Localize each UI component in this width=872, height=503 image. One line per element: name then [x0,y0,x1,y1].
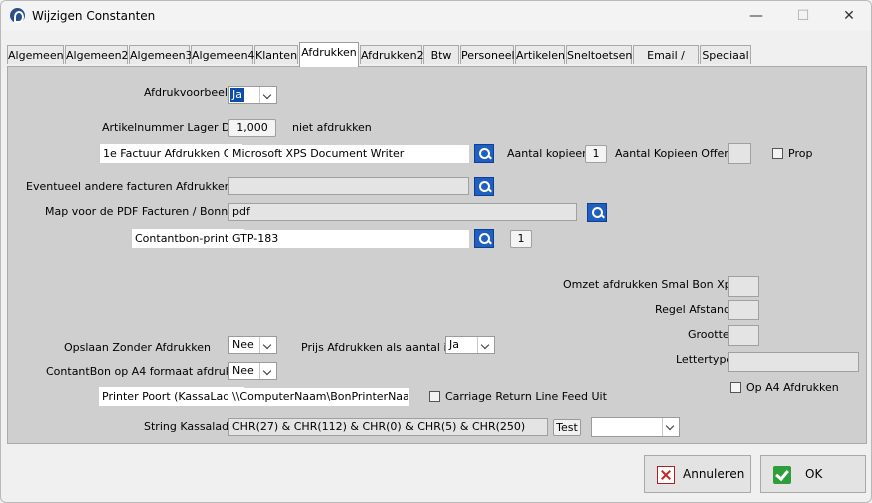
prijs-afdrukken-value: Ja [449,338,459,351]
artikelnummer-field[interactable]: 1,000 [228,119,276,137]
aantal-kopieen-offerte-field[interactable] [728,143,751,164]
contantbon-a4-select[interactable]: Nee [228,362,277,380]
tab-personeel[interactable]: Personeel [460,45,515,64]
tab-email-sms[interactable]: Email / Sms [633,45,699,81]
pdf-map-search-button[interactable] [587,203,607,222]
tab-klanten[interactable]: Klanten [254,45,298,64]
contantbon-printer-label: Contantbon-printer [132,229,244,248]
prop-label: Prop [788,147,813,160]
dialog-window: Wijzigen Constanten — ☐ ✕ Algemeen Algem… [0,0,872,503]
afdrukken-panel: Afdrukvoorbeeld Ja Artikelnummer Lager D… [7,66,867,444]
opslaan-zonder-value: Nee [232,338,254,351]
andere-facturen-field[interactable] [228,177,469,195]
aantal-kopieen-label: Aantal kopieen [507,147,590,160]
op-a4-checkbox[interactable] [730,382,741,393]
factuur-printer-label: 1e Factuur Afdrukken Op [100,144,243,163]
kassalade-select[interactable] [591,417,680,437]
niet-afdrukken-label: niet afdrukken [292,121,372,134]
minimize-button[interactable]: — [733,4,779,28]
cancel-icon [657,466,675,484]
carriage-return-checkbox[interactable] [429,391,440,402]
op-a4-label: Op A4 Afdrukken [746,381,839,394]
string-kassalade-field[interactable]: CHR(27) & CHR(112) & CHR(0) & CHR(5) & C… [228,418,548,436]
title-bar: Wijzigen Constanten — ☐ ✕ [1,1,871,31]
aantal-kopieen-field[interactable]: 1 [585,145,607,163]
test-button[interactable]: Test [553,419,581,436]
andere-facturen-label: Eventueel andere facturen Afdrukken Op [26,180,251,193]
regel-afstand-label: Regel Afstand [655,303,731,316]
artikelnummer-label: Artikelnummer Lager Dan [102,121,245,134]
tab-speciaal[interactable]: Speciaal [700,45,751,64]
factuur-printer-search-button[interactable] [474,144,494,163]
tab-algemeen[interactable]: Algemeen [7,45,64,64]
prop-checkbox[interactable] [772,148,783,159]
aantal-kopieen-offerte-label: Aantal Kopieen Offerte [615,147,740,160]
regel-afstand-field[interactable] [728,300,759,320]
chevron-down-icon [259,363,276,379]
carriage-return-label: Carriage Return Line Feed Uit [445,390,607,403]
checkmark-icon [773,466,791,484]
tab-sneltoetsen[interactable]: Sneltoetsen [566,45,632,64]
opslaan-zonder-label: Opslaan Zonder Afdrukken [64,341,211,354]
string-kassalade-label: String Kassalade [144,420,236,433]
printer-poort-field[interactable]: \\ComputerNaam\BonPrinterNaam [228,388,409,406]
tab-afdrukken[interactable]: Afdrukken [299,42,359,67]
lettertype-field[interactable] [728,352,859,372]
tab-artikelen[interactable]: Artikelen [515,45,565,64]
chevron-down-icon [662,418,679,436]
prijs-afdrukken-select[interactable]: Ja [445,336,495,354]
factuur-printer-field[interactable]: Microsoft XPS Document Writer [228,145,469,163]
chevron-down-icon [259,337,276,353]
ok-label: OK [805,467,823,481]
grootte-field[interactable] [728,325,759,346]
contantbon-count-field[interactable]: 1 [510,230,532,248]
close-button[interactable]: ✕ [826,4,871,28]
pdf-map-field[interactable]: pdf [228,203,577,221]
contantbon-a4-label: ContantBon op A4 formaat afdrukken [46,365,252,378]
afdrukvoorbeeld-value: Ja [230,88,244,102]
window-title: Wijzigen Constanten [32,9,156,23]
annuleren-button[interactable]: Annuleren [644,455,751,493]
contantbon-a4-value: Nee [232,364,254,377]
annuleren-label: Annuleren [683,467,745,481]
lettertype-label: Lettertype [676,353,734,366]
maximize-button[interactable]: ☐ [780,4,826,28]
prijs-afdrukken-label: Prijs Afdrukken als aantal is 1 [301,341,463,354]
opslaan-zonder-select[interactable]: Nee [228,336,277,354]
grootte-label: Grootte [688,328,730,341]
afdrukvoorbeeld-select[interactable]: Ja [228,86,277,104]
andere-facturen-search-button[interactable] [474,177,494,196]
contantbon-printer-field[interactable]: GTP-183 [228,230,469,248]
tab-afdrukken2[interactable]: Afdrukken2 [360,45,424,64]
pdf-map-label: Map voor de PDF Facturen / Bonnen [45,205,242,218]
tab-algemeen2[interactable]: Algemeen2 [65,45,129,64]
tab-algemeen3[interactable]: Algemeen3 [129,45,193,64]
chevron-down-icon [477,337,494,353]
tab-btw[interactable]: Btw [423,45,459,64]
contantbon-printer-search-button[interactable] [474,229,494,248]
printer-poort-label: Printer Poort (KassaLade) [99,387,245,406]
app-logo-icon [10,8,25,23]
chevron-down-icon [259,87,276,103]
tab-algemeen4[interactable]: Algemeen4 [191,45,255,64]
afdrukvoorbeeld-label: Afdrukvoorbeeld [144,86,235,99]
ok-button[interactable]: OK [760,455,866,493]
omzet-smal-label: Omzet afdrukken Smal Bon Xpos [563,278,745,291]
omzet-smal-field[interactable] [728,276,759,297]
